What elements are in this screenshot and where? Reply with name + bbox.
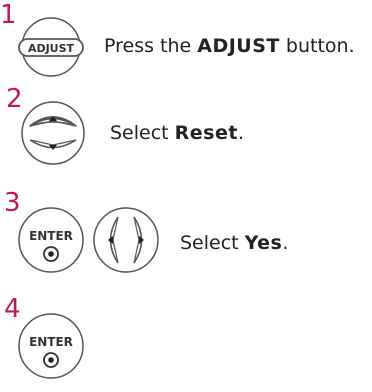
instruction-bold: Yes	[244, 232, 283, 254]
step-4: 4 ENTER	[0, 290, 372, 392]
step-2-instruction: Select Reset.	[110, 122, 244, 144]
instruction-text: Select	[110, 122, 175, 144]
instruction-text-end: button.	[279, 35, 355, 57]
enter-button-icon: ENTER	[18, 207, 84, 273]
adjust-button-icon: ADJUST	[18, 17, 84, 77]
adjust-button-label: ADJUST	[28, 42, 75, 55]
instruction-text-end: .	[237, 122, 244, 144]
step-1: 1 ADJUST Press the ADJUST button.	[0, 0, 372, 80]
step-1-instruction: Press the ADJUST button.	[104, 35, 355, 57]
enter-button-label: ENTER	[29, 229, 73, 243]
up-down-arrows-icon	[21, 101, 85, 165]
step-2: 2 Select Reset.	[0, 80, 372, 180]
enter-button-label: ENTER	[29, 335, 73, 349]
step-3: 3 ENTER Select Yes.	[0, 180, 372, 290]
instruction-bold: ADJUST	[197, 35, 280, 57]
left-right-arrows-icon	[93, 207, 159, 273]
enter-button-icon: ENTER	[18, 313, 84, 379]
instruction-text: Press the	[104, 35, 198, 57]
instruction-text: Select	[180, 232, 245, 254]
instruction-bold: Reset	[174, 122, 238, 144]
instruction-text-end: .	[282, 232, 289, 254]
step-3-instruction: Select Yes.	[180, 232, 288, 254]
